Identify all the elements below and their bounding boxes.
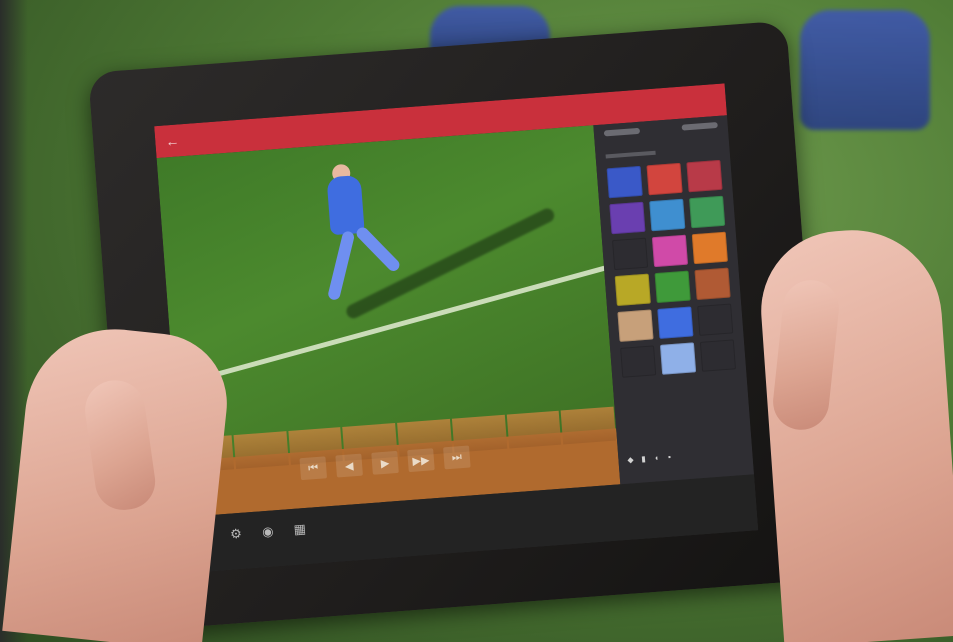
forward-icon[interactable]: ▶▶ (407, 448, 435, 473)
color-tile[interactable] (659, 342, 697, 375)
color-tile[interactable] (691, 231, 728, 265)
color-tile[interactable] (654, 270, 691, 304)
football-player (308, 161, 402, 317)
timeline-thumbnail[interactable] (560, 406, 617, 445)
color-tile[interactable] (646, 162, 683, 196)
notification-icon[interactable]: ▪ (665, 452, 674, 461)
panel-tab[interactable] (603, 127, 641, 137)
color-tile[interactable] (689, 195, 726, 229)
gear-icon[interactable]: ⚙ (226, 525, 245, 544)
photo-scene: ← ⏮ ◀ ▶ ▶▶ ⏭ ⚙ ◉ ▦ ◆ ▮ ◖ ▪ (0, 0, 953, 642)
panel-tab[interactable] (681, 121, 718, 131)
color-tile[interactable] (686, 159, 723, 193)
color-tile-grid (596, 153, 746, 384)
background-player (800, 10, 930, 130)
color-tile[interactable] (699, 339, 737, 372)
color-tile[interactable] (697, 303, 734, 336)
side-panel: ◆ ▮ ◖ ▪ (593, 115, 754, 485)
player-shirt (326, 174, 365, 236)
panel-subheader (605, 150, 656, 159)
tablet-screen: ← ⏮ ◀ ▶ ▶▶ ⏭ ⚙ ◉ ▦ ◆ ▮ ◖ ▪ (154, 83, 759, 573)
back-arrow-icon[interactable]: ← (161, 129, 185, 153)
sound-icon: ◖ (653, 452, 660, 463)
color-tile[interactable] (609, 201, 646, 235)
color-tile[interactable] (606, 165, 643, 199)
system-tray: ◆ ▮ ◖ ▪ (626, 452, 673, 464)
player-leg (354, 225, 402, 274)
color-tile[interactable] (620, 345, 657, 378)
battery-icon: ▮ (640, 453, 646, 464)
color-tile[interactable] (651, 234, 689, 268)
color-tile[interactable] (612, 237, 649, 271)
next-icon[interactable]: ⏭ (443, 445, 471, 470)
camera-icon[interactable]: ◉ (258, 522, 277, 541)
play-icon[interactable]: ▶ (371, 450, 399, 475)
color-tile[interactable] (649, 198, 686, 232)
timeline-thumbnail[interactable] (506, 410, 562, 449)
grid-icon[interactable]: ▦ (290, 520, 309, 539)
color-tile[interactable] (617, 309, 654, 342)
right-hand (755, 224, 953, 642)
rewind-icon[interactable]: ◀ (335, 453, 363, 478)
color-tile[interactable] (614, 273, 651, 307)
color-tile[interactable] (694, 267, 731, 301)
timeline-thumbnail[interactable] (233, 431, 289, 470)
wifi-icon: ◆ (627, 454, 634, 465)
previous-icon[interactable]: ⏮ (299, 456, 328, 481)
color-tile[interactable] (657, 306, 694, 339)
player-leg (327, 230, 356, 302)
